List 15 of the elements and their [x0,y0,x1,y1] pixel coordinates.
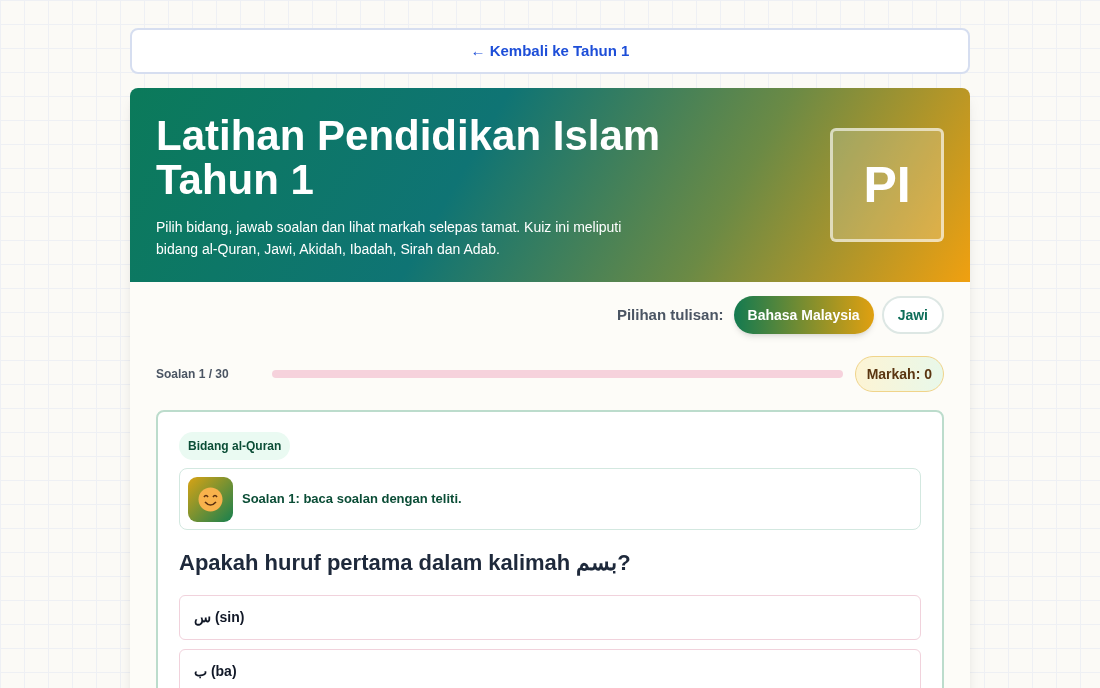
question-text: Apakah huruf pertama dalam kalimah بسم? [179,549,632,578]
hint-text: Soalan 1: baca soalan dengan teliti. [242,490,462,509]
smiley-icon [188,476,233,522]
question-counter: Soalan 1 / 30 [156,366,230,383]
back-link[interactable]: ← Kembali ke Tahun 1 [130,28,970,74]
subject-badge: PI [830,128,944,242]
topic-tag: Bidang al-Quran [179,432,291,460]
script-option[interactable]: Bahasa Malaysia [733,296,874,334]
score-badge: Markah: 0 [854,356,944,392]
page-description: Pilih bidang, jawab soalan dan lihat markah selepas tamat. Kuiz ini meliputi bidang al-Quran, Jawi, Akidah, Ibadah, Sirah dan Adab. [156,218,623,259]
script-option[interactable]: Jawi [881,296,944,334]
answer-option[interactable]: ب (ba) [179,649,921,688]
answer-option[interactable]: س (sin) [179,595,921,640]
script-label: Pilihan tulisan: [616,304,724,325]
page-title: Latihan Pendidikan Islam Tahun 1 [156,114,662,202]
